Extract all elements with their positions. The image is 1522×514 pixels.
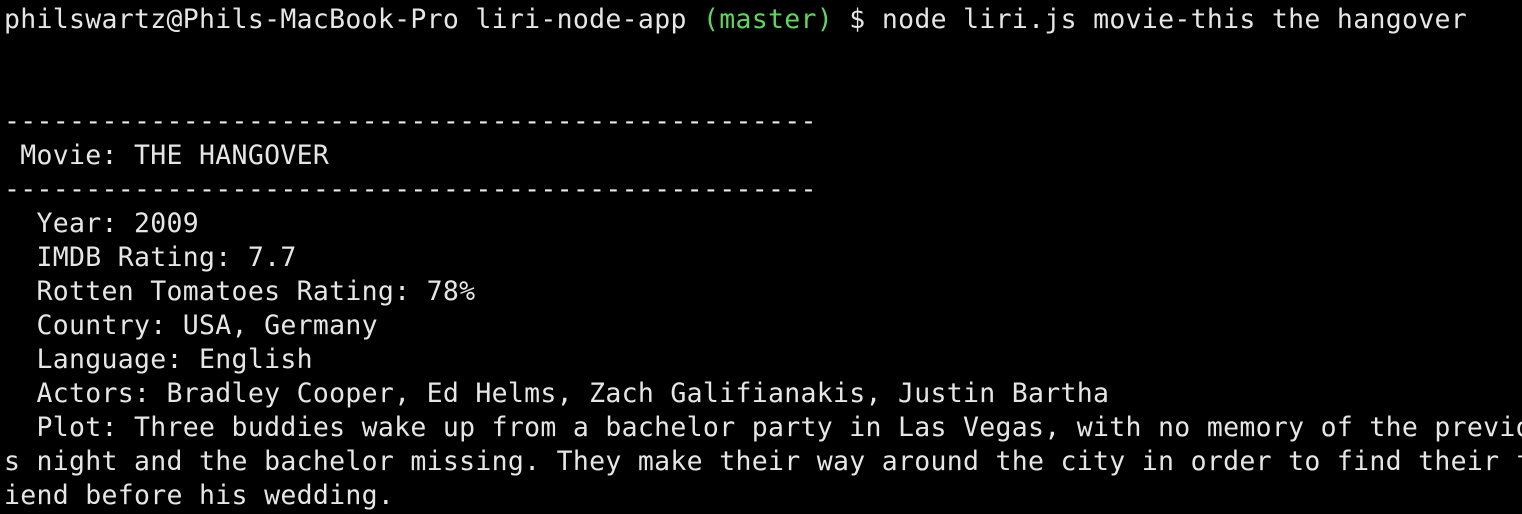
prompt-user-host: philswartz@Phils-MacBook-Pro xyxy=(4,4,460,35)
terminal-window[interactable]: philswartz@Phils-MacBook-Pro liri-node-a… xyxy=(0,0,1522,514)
movie-title-line: Movie: THE HANGOVER xyxy=(4,140,330,171)
divider-top: ----------------------------------------… xyxy=(4,106,817,137)
country-line: Country: USA, Germany xyxy=(4,310,378,341)
language-line: Language: English xyxy=(4,344,313,375)
plot-line-1: Plot: Three buddies wake up from a bache… xyxy=(4,412,1522,443)
prompt-symbol: $ xyxy=(849,4,866,35)
actors-line: Actors: Bradley Cooper, Ed Helms, Zach G… xyxy=(4,378,1110,409)
year-line: Year: 2009 xyxy=(4,208,200,239)
rotten-tomatoes-line: Rotten Tomatoes Rating: 78% xyxy=(4,276,476,307)
command-prompt-line: philswartz@Phils-MacBook-Pro liri-node-a… xyxy=(4,3,1522,37)
prompt-cwd: liri-node-app xyxy=(475,4,687,35)
imdb-rating-line: IMDB Rating: 7.7 xyxy=(4,242,297,273)
divider-bottom: ----------------------------------------… xyxy=(4,174,817,205)
command-text: node liri.js movie-this the hangover xyxy=(881,4,1467,35)
prompt-git-branch: (master) xyxy=(702,4,834,35)
plot-line-3: iend before his wedding. xyxy=(4,480,395,511)
plot-line-2: s night and the bachelor missing. They m… xyxy=(4,446,1522,477)
